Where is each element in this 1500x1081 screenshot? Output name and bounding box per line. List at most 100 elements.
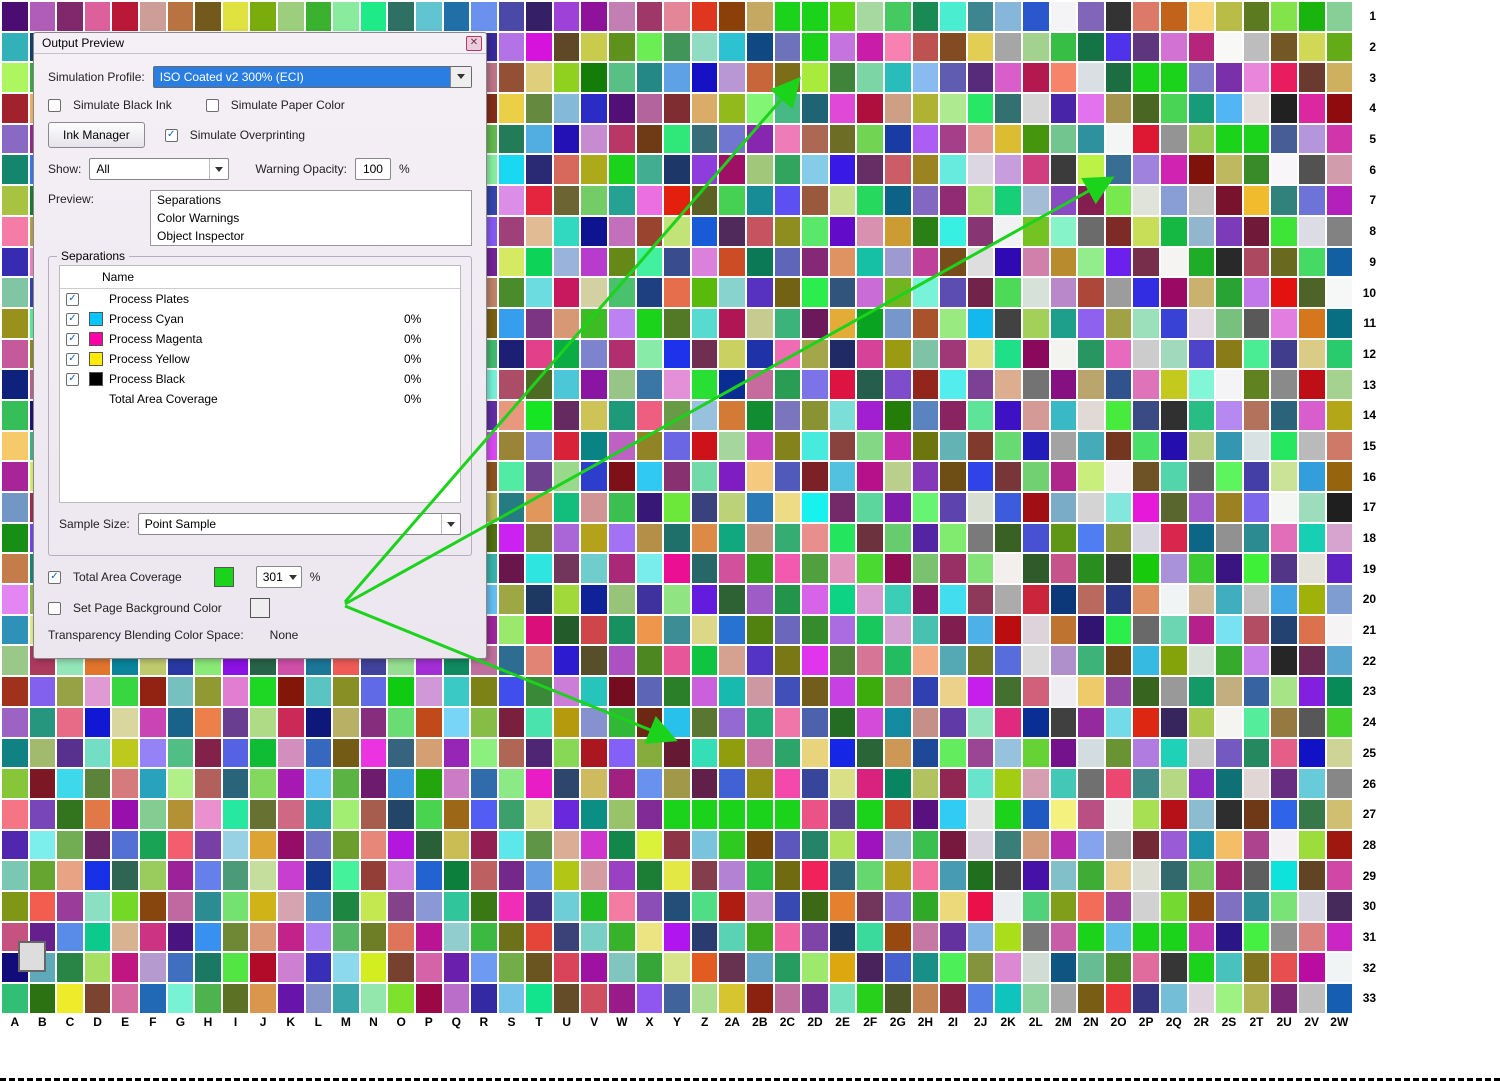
- swatch-cell: [1106, 94, 1132, 123]
- simulate-overprinting-checkbox[interactable]: [165, 129, 178, 142]
- show-select[interactable]: All: [89, 158, 229, 180]
- swatch-cell: [1271, 708, 1297, 737]
- preview-list[interactable]: Separations Color Warnings Object Inspec…: [150, 190, 472, 246]
- simulate-black-ink-checkbox[interactable]: [48, 99, 61, 112]
- warning-opacity-input[interactable]: [355, 158, 391, 180]
- preview-option[interactable]: Color Warnings: [151, 209, 471, 227]
- swatch-cell: [2, 646, 28, 675]
- swatch-cell: [168, 923, 194, 952]
- swatch-cell: [1133, 63, 1159, 92]
- separation-checkbox[interactable]: [66, 313, 79, 326]
- separation-checkbox[interactable]: [66, 293, 79, 306]
- swatch-cell: [830, 739, 856, 768]
- separation-name: Process Yellow: [109, 352, 404, 366]
- swatch-cell: [1051, 554, 1077, 583]
- swatch-cell: [499, 401, 525, 430]
- swatch-cell: [802, 370, 828, 399]
- separation-checkbox[interactable]: [66, 333, 79, 346]
- swatch-cell: [250, 739, 276, 768]
- swatch-cell: [940, 248, 966, 277]
- swatch-cell: [747, 708, 773, 737]
- swatch-cell: [85, 984, 111, 1013]
- swatch-cell: [1023, 278, 1049, 307]
- swatch-cell: [857, 340, 883, 369]
- swatch-cell: [664, 800, 690, 829]
- swatch-cell: [913, 831, 939, 860]
- swatch-cell: [885, 462, 911, 491]
- ink-manager-button[interactable]: Ink Manager: [48, 122, 145, 148]
- swatch-cell: [995, 94, 1021, 123]
- bg-color-swatch[interactable]: [250, 598, 270, 618]
- swatch-cell: [940, 585, 966, 614]
- swatch-cell: [388, 984, 414, 1013]
- separation-checkbox[interactable]: [66, 373, 79, 386]
- swatch-cell: [499, 186, 525, 215]
- swatch-cell: [747, 953, 773, 982]
- swatch-cell: [1078, 125, 1104, 154]
- close-icon[interactable]: ✕: [466, 36, 482, 51]
- swatch-cell: [719, 309, 745, 338]
- swatch-cell: [1078, 248, 1104, 277]
- simulation-profile-select[interactable]: ISO Coated v2 300% (ECI): [153, 66, 472, 88]
- swatch-cell: [609, 923, 635, 952]
- preview-option[interactable]: Separations: [151, 191, 471, 209]
- col-label: 2K: [995, 1015, 1021, 1029]
- swatch-cell: [719, 524, 745, 553]
- swatch-cell: [1051, 646, 1077, 675]
- dialog-titlebar[interactable]: Output Preview ✕: [34, 33, 486, 54]
- tac-color-swatch[interactable]: [214, 567, 234, 587]
- swatch-cell: [747, 370, 773, 399]
- swatch-cell: [57, 708, 83, 737]
- total-area-coverage-checkbox[interactable]: [48, 571, 61, 584]
- separation-checkbox[interactable]: [66, 353, 79, 366]
- dialog-title: Output Preview: [42, 36, 466, 50]
- swatch-cell: [913, 585, 939, 614]
- swatch-cell: [1161, 831, 1187, 860]
- swatch-cell: [940, 831, 966, 860]
- swatch-cell: [747, 923, 773, 952]
- swatch-cell: [995, 309, 1021, 338]
- swatch-cell: [526, 432, 552, 461]
- swatch-cell: [1051, 462, 1077, 491]
- swatch-cell: [1299, 616, 1325, 645]
- preview-option[interactable]: Object Inspector: [151, 227, 471, 245]
- swatch-cell: [1106, 554, 1132, 583]
- swatch-cell: [1216, 370, 1242, 399]
- swatch-cell: [526, 892, 552, 921]
- swatch-cell: [719, 585, 745, 614]
- swatch-cell: [1106, 186, 1132, 215]
- swatch-cell: [1133, 2, 1159, 31]
- set-bg-color-checkbox[interactable]: [48, 602, 61, 615]
- col-label: T: [526, 1015, 552, 1029]
- swatch-cell: [1299, 186, 1325, 215]
- warning-opacity-label: Warning Opacity:: [255, 162, 347, 176]
- swatch-cell: [940, 401, 966, 430]
- swatch-cell: [719, 340, 745, 369]
- simulate-paper-color-checkbox[interactable]: [206, 99, 219, 112]
- swatch-cell: [499, 309, 525, 338]
- swatch-cell: [913, 125, 939, 154]
- swatch-cell: [1271, 186, 1297, 215]
- swatch-cell: [802, 800, 828, 829]
- swatch-cell: [664, 401, 690, 430]
- tac-value-select[interactable]: 301: [256, 566, 302, 588]
- swatch-cell: [802, 861, 828, 890]
- swatch-cell: [1327, 33, 1353, 62]
- swatch-cell: [1078, 493, 1104, 522]
- swatch-cell: [1327, 401, 1353, 430]
- swatch-cell: [581, 2, 607, 31]
- col-label: G: [168, 1015, 194, 1029]
- swatch-cell: [637, 2, 663, 31]
- swatch-cell: [1244, 953, 1270, 982]
- swatch-cell: [637, 125, 663, 154]
- swatch-cell: [2, 524, 28, 553]
- swatch-cell: [499, 278, 525, 307]
- sample-size-select[interactable]: Point Sample: [138, 513, 461, 535]
- swatch-cell: [1189, 155, 1215, 184]
- swatch-cell: [2, 739, 28, 768]
- swatch-cell: [664, 524, 690, 553]
- swatch-cell: [1051, 33, 1077, 62]
- swatch-cell: [830, 984, 856, 1013]
- swatch-cell: [885, 831, 911, 860]
- swatch-cell: [857, 2, 883, 31]
